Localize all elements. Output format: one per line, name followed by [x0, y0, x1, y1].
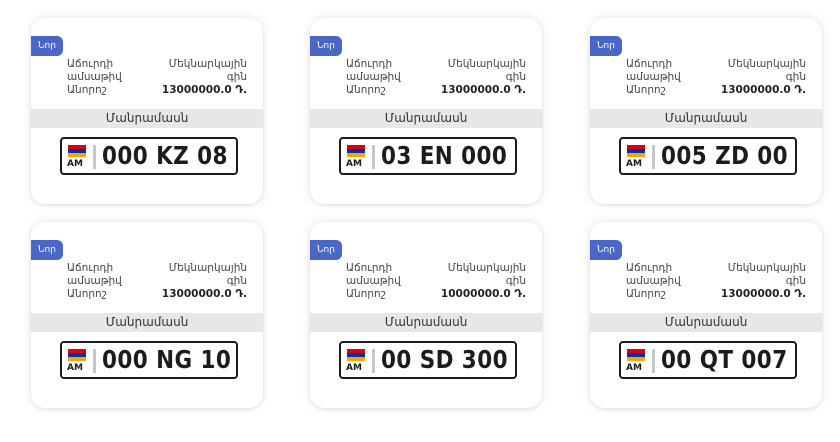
plate-number: 005 ZD 00	[661, 141, 789, 170]
auction-date-value: Անորոշ	[346, 84, 386, 96]
license-plate: AM 000 NG 10	[60, 341, 238, 379]
auction-date-label: ամսաթիվ	[626, 275, 681, 287]
starting-price-label: Մեկնարկային	[168, 262, 247, 274]
starting-price-label: գին	[505, 71, 526, 83]
auction-date-label: Աճուրդի	[626, 58, 673, 70]
starting-price-label: գին	[226, 71, 247, 83]
plate-divider	[652, 145, 655, 169]
auction-date-label: Աճուրդի	[346, 262, 393, 274]
starting-price-value: 13000000.0 Դ.	[720, 288, 806, 300]
starting-price-label: գին	[505, 275, 526, 287]
listing-info: Աճուրդի Մեկնարկային ամսաթիվ գին Անորոշ 1…	[626, 58, 806, 97]
details-bar[interactable]: Մանրամասն	[590, 109, 822, 128]
starting-price-label: գին	[226, 275, 247, 287]
starting-price-value: 13000000.0 Դ.	[161, 288, 247, 300]
plate-number: 000 NG 10	[102, 345, 232, 374]
armenia-flag-icon	[68, 145, 86, 157]
auction-date-label: ամսաթիվ	[626, 71, 681, 83]
listing-card[interactable]: Նոր Աճուրդի Մեկնարկային ամսաթիվ գին Անոր…	[31, 18, 263, 204]
auction-date-value: Անորոշ	[626, 84, 666, 96]
license-plate: AM 03 EN 000	[339, 137, 517, 175]
starting-price-value: 13000000.0 Դ.	[440, 84, 526, 96]
plate-country-code: AM	[346, 363, 362, 373]
auction-date-label: Աճուրդի	[67, 262, 114, 274]
starting-price-value: 13000000.0 Դ.	[161, 84, 247, 96]
plate-divider	[372, 145, 375, 169]
plate-number: 03 EN 000	[381, 141, 508, 170]
listing-info: Աճուրդի Մեկնարկային ամսաթիվ գին Անորոշ 1…	[626, 262, 806, 301]
listing-info: Աճուրդի Մեկնարկային ամսաթիվ գին Անորոշ 1…	[346, 262, 526, 301]
auction-date-label: ամսաթիվ	[346, 71, 401, 83]
plate-country-code: AM	[626, 159, 642, 169]
plate-number: 00 SD 300	[381, 345, 508, 374]
plate-country-code: AM	[67, 159, 83, 169]
license-plate: AM 005 ZD 00	[619, 137, 797, 175]
listing-card[interactable]: Նոր Աճուրդի Մեկնարկային ամսաթիվ գին Անոր…	[310, 222, 542, 408]
license-plate: AM 00 QT 007	[619, 341, 797, 379]
details-bar[interactable]: Մանրամասն	[310, 313, 542, 332]
auction-date-label: ամսաթիվ	[67, 71, 122, 83]
starting-price-label: Մեկնարկային	[727, 58, 806, 70]
new-badge: Նոր	[31, 36, 63, 56]
starting-price-label: Մեկնարկային	[447, 262, 526, 274]
new-badge: Նոր	[310, 240, 342, 260]
starting-price-label: Մեկնարկային	[727, 262, 806, 274]
details-bar[interactable]: Մանրամասն	[31, 109, 263, 128]
auction-date-label: Աճուրդի	[346, 58, 393, 70]
license-plate: AM 000 KZ 08	[60, 137, 238, 175]
auction-date-value: Անորոշ	[67, 288, 107, 300]
listing-card[interactable]: Նոր Աճուրդի Մեկնարկային ամսաթիվ գին Անոր…	[590, 222, 822, 408]
armenia-flag-icon	[347, 145, 365, 157]
new-badge: Նոր	[590, 240, 622, 260]
new-badge: Նոր	[31, 240, 63, 260]
listing-card[interactable]: Նոր Աճուրդի Մեկնարկային ամսաթիվ գին Անոր…	[31, 222, 263, 408]
details-bar[interactable]: Մանրամասն	[590, 313, 822, 332]
listing-card[interactable]: Նոր Աճուրդի Մեկնարկային ամսաթիվ գին Անոր…	[590, 18, 822, 204]
plate-divider	[93, 349, 96, 373]
auction-date-label: Աճուրդի	[626, 262, 673, 274]
auction-date-value: Անորոշ	[67, 84, 107, 96]
listing-info: Աճուրդի Մեկնարկային ամսաթիվ գին Անորոշ 1…	[67, 262, 247, 301]
plate-number: 000 KZ 08	[102, 141, 228, 170]
armenia-flag-icon	[68, 349, 86, 361]
new-badge: Նոր	[310, 36, 342, 56]
starting-price-label: Մեկնարկային	[447, 58, 526, 70]
listing-info: Աճուրդի Մեկնարկային ամսաթիվ գին Անորոշ 1…	[346, 58, 526, 97]
auction-date-label: Աճուրդի	[67, 58, 114, 70]
auction-date-label: ամսաթիվ	[67, 275, 122, 287]
plate-divider	[93, 145, 96, 169]
new-badge: Նոր	[590, 36, 622, 56]
plate-divider	[652, 349, 655, 373]
armenia-flag-icon	[347, 349, 365, 361]
plate-number: 00 QT 007	[661, 345, 788, 374]
starting-price-label: Մեկնարկային	[168, 58, 247, 70]
armenia-flag-icon	[627, 145, 645, 157]
auction-date-value: Անորոշ	[346, 288, 386, 300]
starting-price-label: գին	[785, 71, 806, 83]
armenia-flag-icon	[627, 349, 645, 361]
license-plate: AM 00 SD 300	[339, 341, 517, 379]
starting-price-label: գին	[785, 275, 806, 287]
details-bar[interactable]: Մանրամասն	[31, 313, 263, 332]
plate-country-code: AM	[626, 363, 642, 373]
listing-card[interactable]: Նոր Աճուրդի Մեկնարկային ամսաթիվ գին Անոր…	[310, 18, 542, 204]
auction-date-value: Անորոշ	[626, 288, 666, 300]
plate-divider	[372, 349, 375, 373]
starting-price-value: 10000000.0 Դ.	[440, 288, 526, 300]
auction-date-label: ամսաթիվ	[346, 275, 401, 287]
starting-price-value: 13000000.0 Դ.	[720, 84, 806, 96]
details-bar[interactable]: Մանրամասն	[310, 109, 542, 128]
plate-country-code: AM	[346, 159, 362, 169]
plate-country-code: AM	[67, 363, 83, 373]
listing-info: Աճուրդի Մեկնարկային ամսաթիվ գին Անորոշ 1…	[67, 58, 247, 97]
